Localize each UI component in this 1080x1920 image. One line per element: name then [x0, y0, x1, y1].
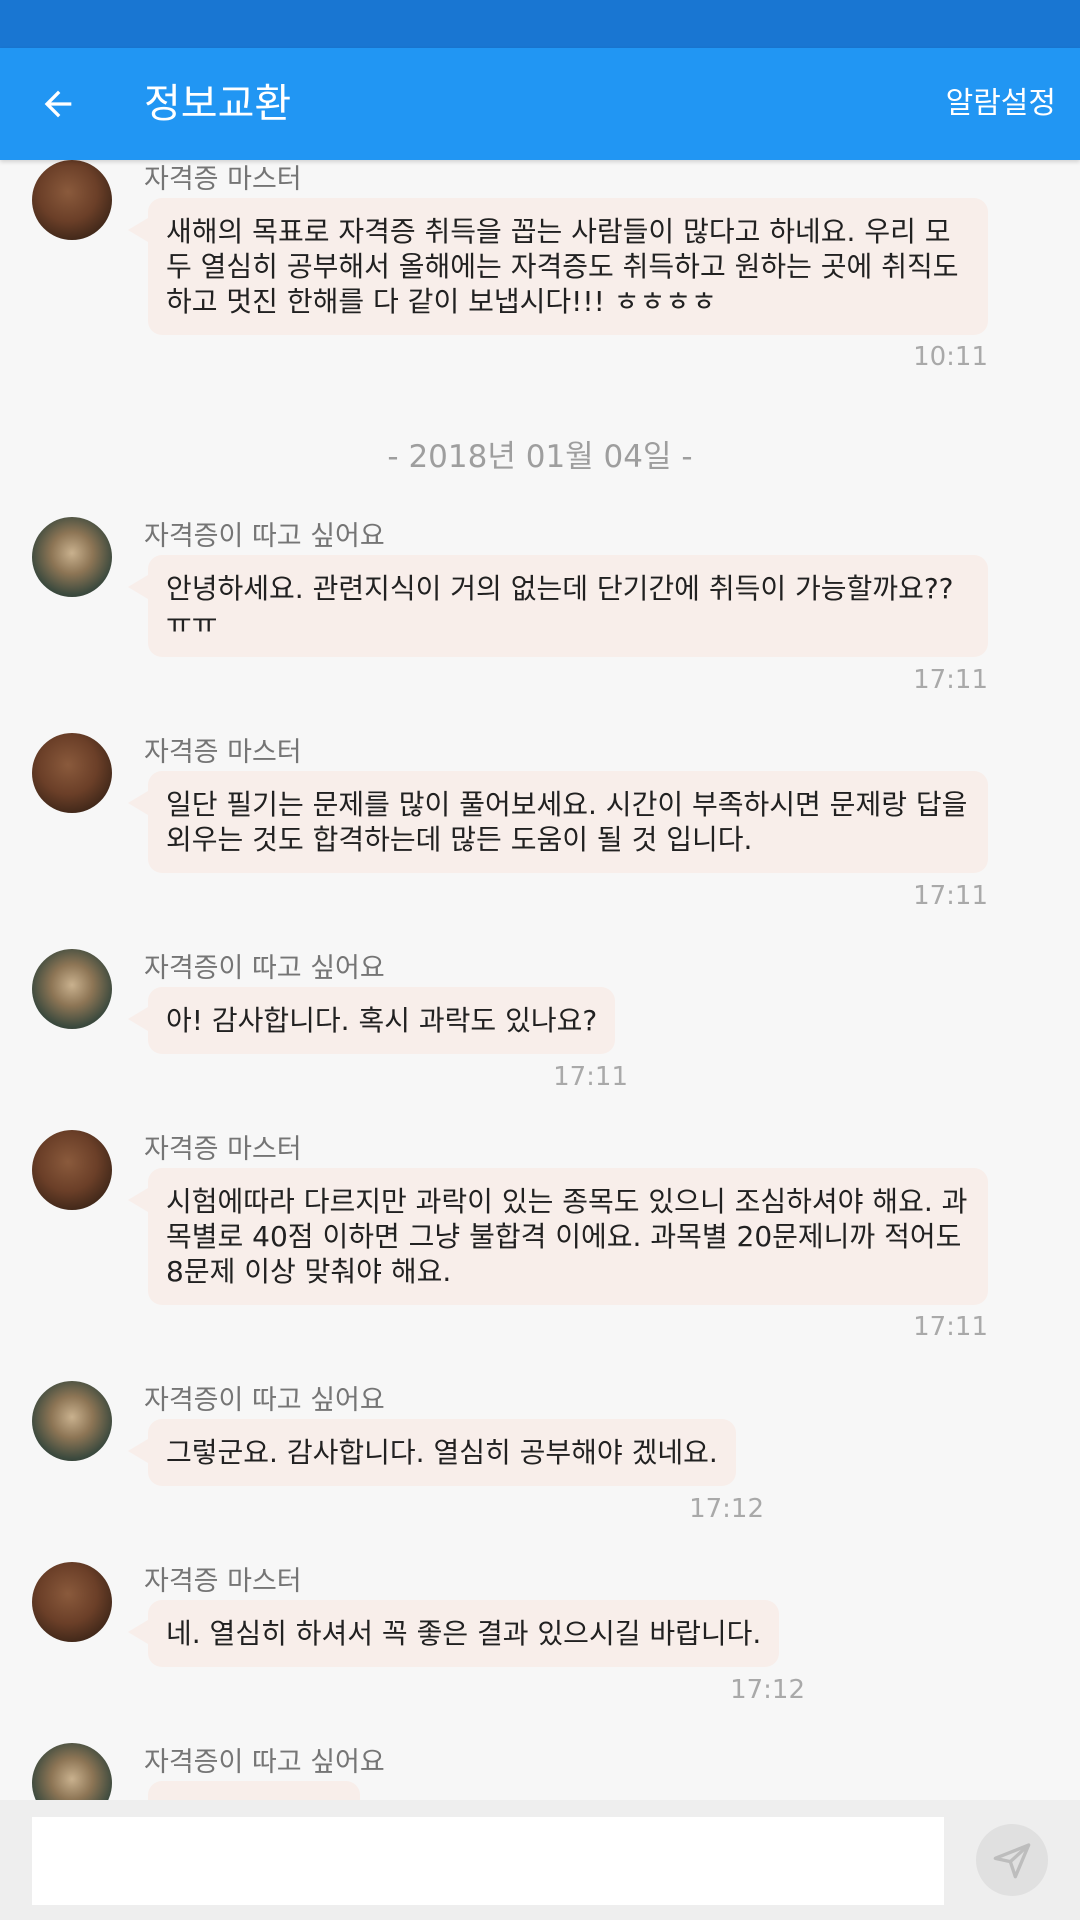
message-composer	[0, 1800, 1080, 1920]
message-time: 17:12	[689, 1494, 764, 1524]
send-icon	[993, 1843, 1031, 1879]
sender-name: 자격증 마스터	[144, 1566, 302, 1597]
avatar[interactable]	[32, 733, 112, 813]
back-button[interactable]	[22, 68, 94, 140]
sender-name: 자격증 마스터	[144, 1134, 302, 1165]
sender-name: 자격증이 따고 싶어요	[144, 1385, 385, 1416]
message-time: 17:12	[730, 1675, 805, 1705]
message-time: 17:11	[913, 665, 988, 695]
message-time: 17:11	[913, 881, 988, 911]
app-bar: 정보교환 알람설정	[0, 48, 1080, 160]
avatar[interactable]	[32, 1381, 112, 1461]
avatar[interactable]	[32, 160, 112, 240]
sender-name: 자격증 마스터	[144, 164, 302, 195]
message-input[interactable]	[32, 1817, 944, 1905]
date-separator: - 2018년 01월 04일 -	[387, 439, 693, 475]
alarm-settings-button[interactable]: 알람설정	[946, 48, 1056, 160]
message-bubble: 아! 감사합니다. 혹시 과락도 있나요?	[127, 987, 616, 1054]
message-bubble: 시험에따라 다르지만 과락이 있는 종목도 있으니 조심하셔야 해요. 과목별로…	[128, 1168, 988, 1305]
message-bubble	[148, 1781, 360, 1800]
avatar[interactable]	[32, 1130, 112, 1210]
message-bubble: 안녕하세요. 관련지식이 거의 없는데 단기간에 취득이 가능할까요??ㅠㅠ	[128, 555, 988, 657]
message-bubble: 새해의 목표로 자격증 취득을 꼽는 사람들이 많다고 하네요. 우리 모두 열…	[128, 198, 988, 335]
avatar[interactable]	[32, 1562, 112, 1642]
avatar[interactable]	[32, 517, 112, 597]
message-time: 10:11	[913, 342, 988, 372]
message-bubble: 네. 열심히 하셔서 꼭 좋은 결과 있으시길 바랍니다.	[127, 1600, 780, 1667]
message-bubble: 그렇군요. 감사합니다. 열심히 공부해야 겠네요.	[128, 1419, 736, 1486]
sender-name: 자격증 마스터	[144, 737, 302, 768]
status-bar	[0, 0, 1080, 48]
avatar[interactable]	[32, 1743, 112, 1800]
sender-name: 자격증이 따고 싶어요	[144, 521, 385, 552]
page-title: 정보교환	[144, 81, 292, 127]
avatar[interactable]	[32, 949, 112, 1029]
chat-list[interactable]: 자격증 마스터 새해의 목표로 자격증 취득을 꼽는 사람들이 많다고 하네요.…	[0, 160, 1080, 1800]
message-bubble: 일단 필기는 문제를 많이 풀어보세요. 시간이 부족하시면 문제랑 답을 외우…	[128, 771, 988, 873]
sender-name: 자격증이 따고 싶어요	[144, 953, 385, 984]
message-time: 17:11	[553, 1062, 628, 1092]
message-time: 17:11	[913, 1312, 988, 1342]
send-button[interactable]	[976, 1824, 1048, 1896]
sender-name: 자격증이 따고 싶어요	[144, 1747, 385, 1778]
arrow-back-icon	[44, 90, 72, 118]
